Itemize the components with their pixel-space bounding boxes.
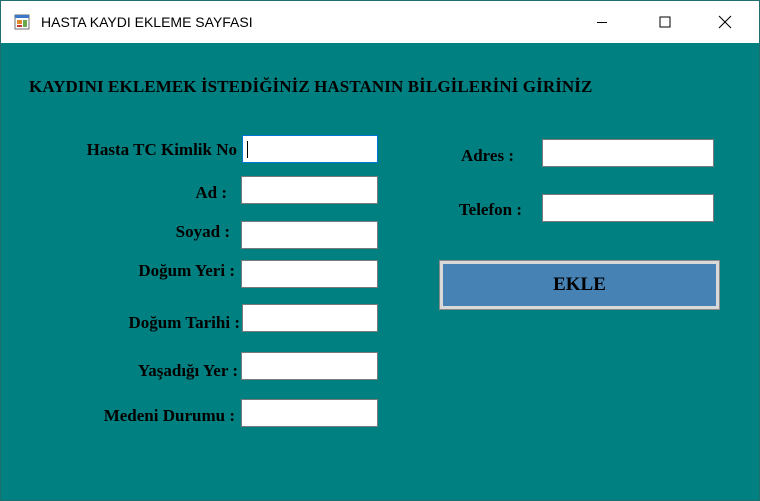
title-bar[interactable]: HASTA KAYDI EKLEME SAYFASI (1, 1, 759, 43)
telefon-input[interactable] (542, 194, 714, 222)
ad-input[interactable] (241, 176, 378, 204)
close-button[interactable] (696, 1, 754, 43)
maximize-button[interactable] (636, 1, 694, 43)
maximize-icon (659, 16, 671, 28)
ad-label: Ad : (195, 183, 227, 202)
text-caret (247, 141, 248, 158)
dogum-tarihi-label: Doğum Tarihi : (128, 313, 240, 332)
dogum-tarihi-input[interactable] (242, 304, 378, 332)
ekle-button[interactable]: EKLE (439, 260, 720, 310)
telefon-label: Telefon : (458, 200, 522, 219)
adres-input[interactable] (542, 139, 714, 167)
adres-label: Adres : (460, 146, 514, 165)
app-icon (14, 14, 30, 30)
dogum-yeri-label: Doğum Yeri : (138, 261, 235, 280)
soyad-input[interactable] (241, 221, 378, 249)
form-heading: KAYDINI EKLEMEK İSTEDİĞİNİZ HASTANIN BİL… (29, 77, 593, 96)
medeni-durumu-label: Medeni Durumu : (103, 406, 235, 425)
app-window: HASTA KAYDI EKLEME SAYFASI KAYDINI EKLEM… (0, 0, 760, 501)
minimize-button[interactable] (573, 1, 631, 43)
dogum-yeri-input[interactable] (241, 260, 378, 288)
yasadigi-yer-label: Yaşadığı Yer : (137, 361, 238, 380)
ekle-button-label: EKLE (553, 274, 606, 295)
medeni-durumu-input[interactable] (241, 399, 378, 427)
tc-kimlik-no-label: Hasta TC Kimlik No (86, 140, 237, 159)
yasadigi-yer-input[interactable] (241, 352, 378, 380)
close-icon (718, 15, 732, 29)
soyad-label: Soyad : (175, 222, 230, 241)
window-title: HASTA KAYDI EKLEME SAYFASI (41, 14, 253, 30)
minimize-icon (597, 22, 607, 23)
tc-kimlik-no-input[interactable] (242, 135, 378, 163)
